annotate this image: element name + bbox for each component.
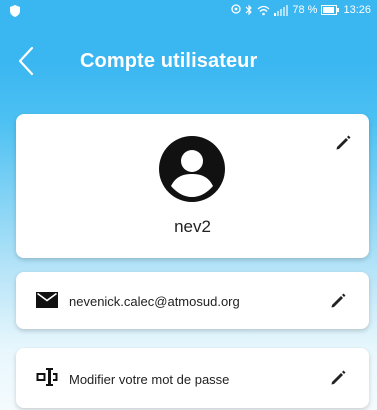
status-bar: 78 % 13:26 [0,0,377,22]
battery-percent: 78 % [292,4,318,16]
clock: 13:26 [343,4,371,16]
email-card[interactable]: nevenick.calec@atmosud.org [16,272,369,329]
bluetooth-icon [246,4,253,16]
location-icon [231,4,242,14]
username: nev2 [174,217,211,236]
page-title: Compte utilisateur [80,50,258,72]
back-button[interactable] [10,44,44,78]
shield-icon [10,5,20,17]
email-value: nevenick.calec@atmosud.org [69,294,240,309]
account-circle-icon [159,136,225,202]
battery-icon [321,5,340,15]
profile-card: nev2 [16,114,369,258]
app-header: Compte utilisateur [0,30,377,90]
edit-email-pencil-icon[interactable] [329,292,347,310]
edit-password-pencil-icon[interactable] [329,369,347,387]
edit-profile-pencil-icon[interactable] [334,134,352,152]
mail-icon [36,292,58,308]
signal-icon [274,4,289,16]
password-field-icon [36,368,58,386]
change-password-label: Modifier votre mot de passe [69,372,230,387]
password-card[interactable]: Modifier votre mot de passe [16,348,369,408]
wifi-icon [257,5,270,15]
status-icons: 78 % 13:26 [231,4,371,16]
